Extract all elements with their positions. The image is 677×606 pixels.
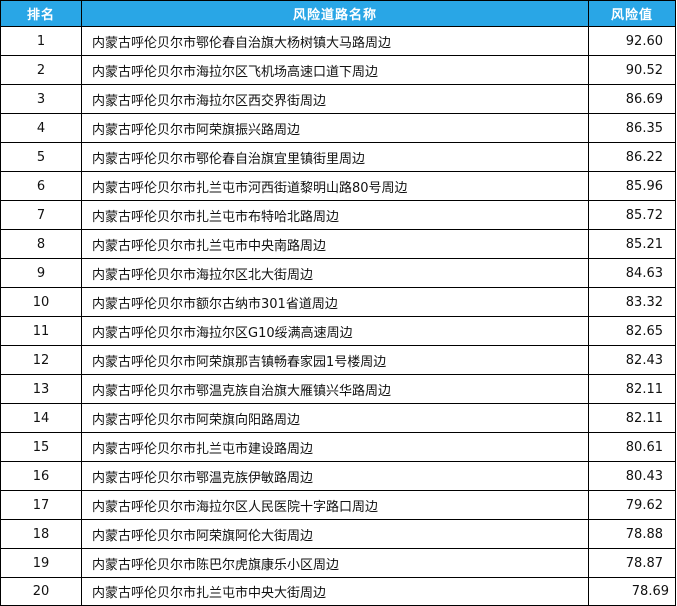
risk-value-cell: 80.61 [588, 432, 676, 462]
risk-value-cell: 82.43 [588, 345, 676, 375]
risk-value-cell: 86.22 [588, 142, 676, 172]
table-row: 9 内蒙古呼伦贝尔市海拉尔区北大街周边 84.63 [0, 258, 676, 288]
road-name-cell: 内蒙古呼伦贝尔市海拉尔区西交界街周边 [81, 84, 589, 114]
column-header-value: 风险值 [588, 0, 676, 27]
risk-value-cell: 86.35 [588, 113, 676, 143]
rank-cell: 8 [0, 229, 82, 259]
road-name-cell: 内蒙古呼伦贝尔市阿荣旗振兴路周边 [81, 113, 589, 143]
risk-value-cell: 83.32 [588, 287, 676, 317]
rank-cell: 7 [0, 200, 82, 230]
rank-cell: 11 [0, 316, 82, 346]
risk-value-cell: 92.60 [588, 26, 676, 56]
rank-cell: 13 [0, 374, 82, 404]
risk-value-cell: 82.11 [588, 374, 676, 404]
road-name-cell: 内蒙古呼伦贝尔市扎兰屯市建设路周边 [81, 432, 589, 462]
risk-value-cell: 85.72 [588, 200, 676, 230]
risk-value-cell: 79.62 [588, 490, 676, 520]
rank-cell: 18 [0, 519, 82, 549]
road-name-cell: 内蒙古呼伦贝尔市扎兰屯市中央南路周边 [81, 229, 589, 259]
table-row: 15 内蒙古呼伦贝尔市扎兰屯市建设路周边 80.61 [0, 432, 676, 462]
risk-road-table: 排名 风险道路名称 风险值 1 内蒙古呼伦贝尔市鄂伦春自治旗大杨树镇大马路周边 92… [0, 0, 676, 606]
column-header-rank: 排名 [0, 0, 82, 27]
risk-value-cell: 78.69 [588, 577, 676, 606]
risk-value-cell: 86.69 [588, 84, 676, 114]
table-row: 11 内蒙古呼伦贝尔市海拉尔区G10绥满高速周边 82.65 [0, 316, 676, 346]
table-row: 4 内蒙古呼伦贝尔市阿荣旗振兴路周边 86.35 [0, 113, 676, 143]
column-header-road: 风险道路名称 [81, 0, 589, 27]
rank-cell: 17 [0, 490, 82, 520]
table-row: 13 内蒙古呼伦贝尔市鄂温克族自治旗大雁镇兴华路周边 82.11 [0, 374, 676, 404]
road-name-cell: 内蒙古呼伦贝尔市鄂温克族伊敏路周边 [81, 461, 589, 491]
road-name-cell: 内蒙古呼伦贝尔市扎兰屯市布特哈北路周边 [81, 200, 589, 230]
rank-cell: 1 [0, 26, 82, 56]
table-row: 2 内蒙古呼伦贝尔市海拉尔区飞机场高速口道下周边 90.52 [0, 55, 676, 85]
risk-value-cell: 82.65 [588, 316, 676, 346]
rank-cell: 16 [0, 461, 82, 491]
road-name-cell: 内蒙古呼伦贝尔市阿荣旗阿伦大街周边 [81, 519, 589, 549]
rank-cell: 10 [0, 287, 82, 317]
rank-cell: 5 [0, 142, 82, 172]
table-row: 18 内蒙古呼伦贝尔市阿荣旗阿伦大街周边 78.88 [0, 519, 676, 549]
rank-cell: 3 [0, 84, 82, 114]
rank-cell: 20 [0, 577, 82, 606]
table-row: 20 内蒙古呼伦贝尔市扎兰屯市中央大街周边 78.69 [0, 577, 676, 606]
table-row: 1 内蒙古呼伦贝尔市鄂伦春自治旗大杨树镇大马路周边 92.60 [0, 26, 676, 56]
risk-value-cell: 80.43 [588, 461, 676, 491]
road-name-cell: 内蒙古呼伦贝尔市海拉尔区G10绥满高速周边 [81, 316, 589, 346]
risk-value-cell: 85.96 [588, 171, 676, 201]
road-name-cell: 内蒙古呼伦贝尔市额尔古纳市301省道周边 [81, 287, 589, 317]
road-name-cell: 内蒙古呼伦贝尔市阿荣旗那吉镇畅春家园1号楼周边 [81, 345, 589, 375]
road-name-cell: 内蒙古呼伦贝尔市阿荣旗向阳路周边 [81, 403, 589, 433]
road-name-cell: 内蒙古呼伦贝尔市鄂伦春自治旗大杨树镇大马路周边 [81, 26, 589, 56]
road-name-cell: 内蒙古呼伦贝尔市海拉尔区飞机场高速口道下周边 [81, 55, 589, 85]
rank-cell: 9 [0, 258, 82, 288]
rank-cell: 19 [0, 548, 82, 578]
road-name-cell: 内蒙古呼伦贝尔市陈巴尔虎旗康乐小区周边 [81, 548, 589, 578]
rank-cell: 15 [0, 432, 82, 462]
table-row: 7 内蒙古呼伦贝尔市扎兰屯市布特哈北路周边 85.72 [0, 200, 676, 230]
table-row: 12 内蒙古呼伦贝尔市阿荣旗那吉镇畅春家园1号楼周边 82.43 [0, 345, 676, 375]
table-header-row: 排名 风险道路名称 风险值 [0, 0, 676, 27]
rank-cell: 6 [0, 171, 82, 201]
risk-value-cell: 78.88 [588, 519, 676, 549]
table-row: 10 内蒙古呼伦贝尔市额尔古纳市301省道周边 83.32 [0, 287, 676, 317]
rank-cell: 2 [0, 55, 82, 85]
road-name-cell: 内蒙古呼伦贝尔市扎兰屯市中央大街周边 [81, 577, 589, 606]
table-row: 5 内蒙古呼伦贝尔市鄂伦春自治旗宜里镇街里周边 86.22 [0, 142, 676, 172]
table-row: 19 内蒙古呼伦贝尔市陈巴尔虎旗康乐小区周边 78.87 [0, 548, 676, 578]
table-row: 8 内蒙古呼伦贝尔市扎兰屯市中央南路周边 85.21 [0, 229, 676, 259]
risk-value-cell: 78.87 [588, 548, 676, 578]
risk-value-cell: 90.52 [588, 55, 676, 85]
table-row: 17 内蒙古呼伦贝尔市海拉尔区人民医院十字路口周边 79.62 [0, 490, 676, 520]
rank-cell: 12 [0, 345, 82, 375]
risk-value-cell: 85.21 [588, 229, 676, 259]
road-name-cell: 内蒙古呼伦贝尔市海拉尔区人民医院十字路口周边 [81, 490, 589, 520]
table-row: 14 内蒙古呼伦贝尔市阿荣旗向阳路周边 82.11 [0, 403, 676, 433]
road-name-cell: 内蒙古呼伦贝尔市海拉尔区北大街周边 [81, 258, 589, 288]
risk-value-cell: 84.63 [588, 258, 676, 288]
rank-cell: 4 [0, 113, 82, 143]
rank-cell: 14 [0, 403, 82, 433]
table-row: 6 内蒙古呼伦贝尔市扎兰屯市河西街道黎明山路80号周边 85.96 [0, 171, 676, 201]
road-name-cell: 内蒙古呼伦贝尔市扎兰屯市河西街道黎明山路80号周边 [81, 171, 589, 201]
road-name-cell: 内蒙古呼伦贝尔市鄂温克族自治旗大雁镇兴华路周边 [81, 374, 589, 404]
risk-value-cell: 82.11 [588, 403, 676, 433]
road-name-cell: 内蒙古呼伦贝尔市鄂伦春自治旗宜里镇街里周边 [81, 142, 589, 172]
table-row: 16 内蒙古呼伦贝尔市鄂温克族伊敏路周边 80.43 [0, 461, 676, 491]
table-row: 3 内蒙古呼伦贝尔市海拉尔区西交界街周边 86.69 [0, 84, 676, 114]
